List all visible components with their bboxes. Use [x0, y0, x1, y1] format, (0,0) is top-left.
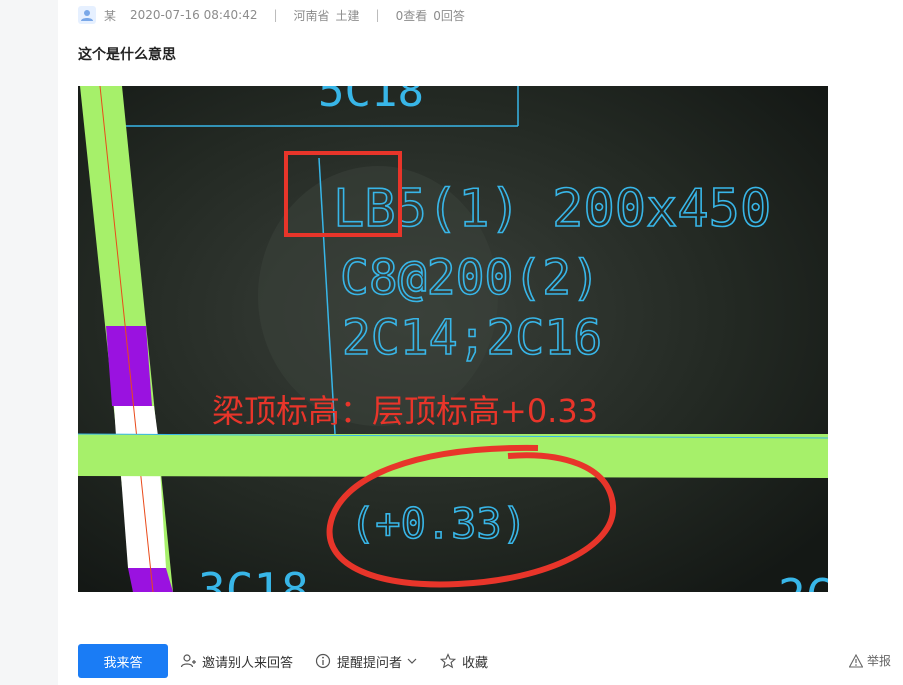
- action-bar: 我来答 邀请别人来回答 提醒提问者 收藏: [78, 644, 510, 678]
- favorite-label: 收藏: [462, 655, 489, 671]
- chevron-down-icon: [407, 658, 417, 664]
- star-icon: [440, 653, 457, 669]
- post-date: 2020-07-16 08:40:42: [130, 8, 258, 22]
- person-add-icon: [180, 654, 196, 668]
- user-avatar-icon: [81, 10, 93, 21]
- elevation-text: (+0.33): [350, 499, 527, 548]
- warning-icon: [848, 653, 863, 668]
- avatar[interactable]: [78, 6, 96, 24]
- remind-label: 提醒提问者: [337, 655, 403, 671]
- bottom-left-text: 3C18: [198, 563, 309, 592]
- category-tag: 土建: [335, 8, 360, 23]
- info-icon: [315, 653, 331, 669]
- right-partial-text: 2C: [778, 569, 828, 592]
- invite-label: 邀请别人来回答: [202, 655, 294, 671]
- stirrup-text: C8@200(2): [340, 250, 600, 306]
- annotation-text: 梁顶标高：层顶标高+0.33: [212, 392, 598, 430]
- beam-green-band: [78, 434, 828, 478]
- meta-divider: |: [273, 8, 278, 22]
- rebar-text: 2C14;2C16: [342, 310, 602, 366]
- question-card: 某 2020-07-16 08:40:42 | 河南省 土建 | 0查看 0回答…: [58, 0, 903, 685]
- top-partial-text: 5C18: [318, 86, 424, 117]
- answer-button[interactable]: 我来答: [78, 644, 168, 678]
- author-name[interactable]: 某: [104, 7, 116, 24]
- cad-screen-photo: 5C18 3C18 2C LB5(1) 200x450 C8@200(2) 2C…: [78, 86, 828, 592]
- question-photo[interactable]: 5C18 3C18 2C LB5(1) 200x450 C8@200(2) 2C…: [78, 86, 828, 592]
- left-margin: [0, 0, 58, 685]
- invite-button[interactable]: 邀请别人来回答: [180, 652, 293, 671]
- view-count: 0查看: [395, 8, 428, 23]
- favorite-button[interactable]: 收藏: [440, 652, 488, 671]
- remind-button[interactable]: 提醒提问者: [315, 652, 418, 671]
- answer-count: 0回答: [433, 8, 465, 23]
- meta-divider: |: [375, 8, 380, 22]
- question-title: 这个是什么意思: [78, 47, 176, 63]
- report-label: 举报: [866, 654, 891, 668]
- report-button[interactable]: 举报: [848, 652, 891, 669]
- question-meta: 某 2020-07-16 08:40:42 | 河南省 土建 | 0查看 0回答: [78, 4, 465, 26]
- province-tag: 河南省: [293, 8, 330, 23]
